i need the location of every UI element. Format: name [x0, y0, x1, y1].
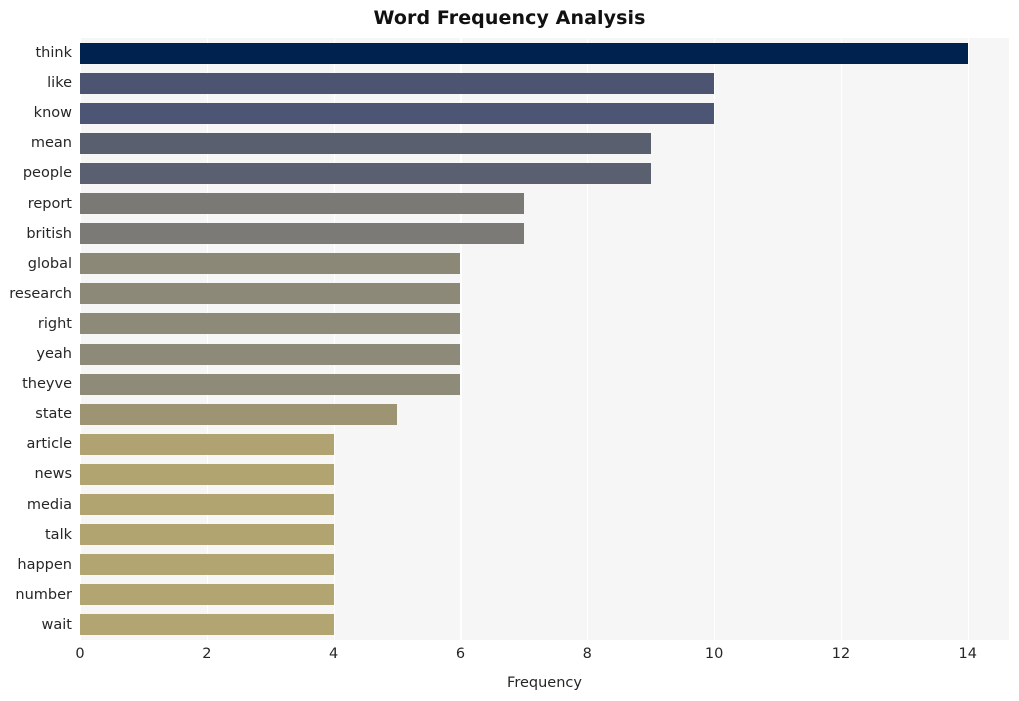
- x-tick-label-2: 2: [202, 646, 212, 662]
- bars-layer: [80, 38, 1009, 640]
- x-tick-label-12: 12: [831, 646, 851, 662]
- bar-report[interactable]: [80, 193, 524, 215]
- bar-news[interactable]: [80, 463, 334, 485]
- bar-talk[interactable]: [80, 524, 334, 546]
- bar-theyve[interactable]: [80, 373, 461, 395]
- y-tick-label-british: british: [26, 225, 72, 242]
- y-tick-label-think: think: [35, 45, 73, 62]
- y-tick-label-report: report: [27, 195, 72, 212]
- bar-yeah[interactable]: [80, 343, 461, 365]
- x-tick-label-4: 4: [329, 646, 339, 662]
- bar-right[interactable]: [80, 313, 461, 335]
- y-tick-label-people: people: [22, 165, 72, 182]
- y-tick-label-wait: wait: [41, 616, 72, 633]
- y-tick-label-state: state: [35, 406, 72, 423]
- y-tick-label-right: right: [37, 315, 72, 332]
- y-tick-label-news: news: [34, 466, 72, 483]
- y-tick-label-mean: mean: [30, 135, 72, 152]
- word-frequency-chart-figure: Word Frequency Analysis think like know mea…: [0, 0, 1019, 701]
- y-tick-label-like: like: [47, 75, 72, 92]
- y-tick-label-happen: happen: [17, 556, 72, 573]
- bar-article[interactable]: [80, 433, 334, 455]
- bar-state[interactable]: [80, 403, 398, 425]
- y-tick-label-yeah: yeah: [36, 346, 72, 363]
- bar-like[interactable]: [80, 72, 715, 94]
- chart-title: Word Frequency Analysis: [373, 7, 646, 29]
- y-axis-tick-labels: think like know mean people report british glob…: [0, 38, 72, 640]
- bar-people[interactable]: [80, 162, 651, 184]
- y-tick-label-article: article: [26, 436, 72, 453]
- bar-british[interactable]: [80, 223, 524, 245]
- bar-know[interactable]: [80, 102, 715, 124]
- bar-global[interactable]: [80, 253, 461, 275]
- x-tick-label-10: 10: [704, 646, 724, 662]
- bar-media[interactable]: [80, 494, 334, 516]
- y-tick-label-media: media: [26, 496, 72, 513]
- y-tick-label-number: number: [15, 586, 72, 603]
- x-tick-label-6: 6: [455, 646, 466, 662]
- bar-wait[interactable]: [80, 614, 334, 636]
- bar-happen[interactable]: [80, 554, 334, 576]
- y-tick-label-theyve: theyve: [22, 376, 72, 393]
- y-tick-label-research: research: [9, 285, 72, 302]
- bar-research[interactable]: [80, 283, 461, 305]
- plot-area: [80, 38, 1009, 640]
- y-tick-label-global: global: [27, 255, 72, 272]
- y-tick-label-know: know: [33, 105, 72, 122]
- bar-number[interactable]: [80, 584, 334, 606]
- x-axis-title: Frequency: [507, 675, 582, 691]
- x-tick-label-0: 0: [75, 646, 85, 662]
- x-tick-label-14: 14: [958, 646, 978, 662]
- bar-think[interactable]: [80, 42, 968, 64]
- y-tick-label-talk: talk: [45, 526, 72, 543]
- bar-mean[interactable]: [80, 132, 651, 154]
- x-axis-tick-labels: 0 2 4 6 8 10 12 14: [75, 646, 1009, 668]
- x-tick-label-8: 8: [582, 646, 592, 662]
